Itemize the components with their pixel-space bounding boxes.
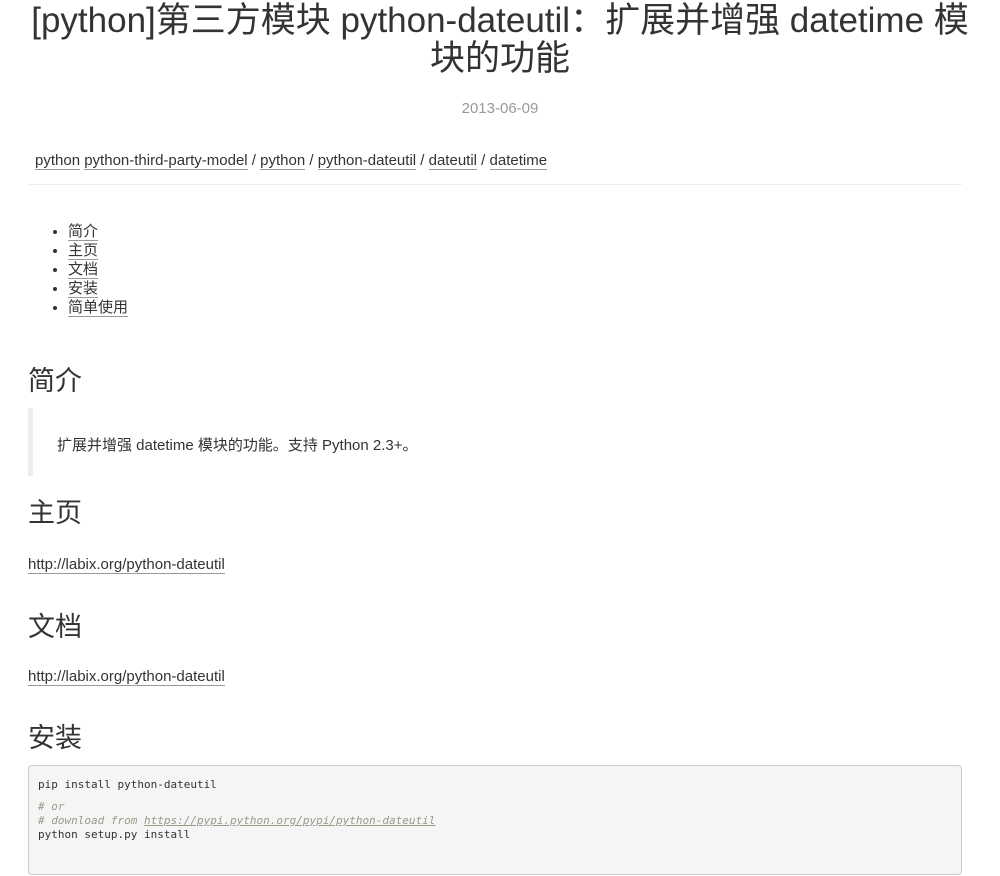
tags-row: python python-third-party-model / python… — [35, 152, 548, 170]
post-title: [python]第三方模块 python-dateutil：扩展并增强 date… — [31, 1, 969, 78]
intro-quote-text: 扩展并增强 datetime 模块的功能。支持 Python 2.3+。 — [57, 437, 418, 454]
docs-link[interactable]: http://labix.org/python-dateutil — [28, 668, 225, 686]
code-comment-download-url[interactable]: https://pypi.python.org/pypi/python-date… — [144, 814, 435, 827]
code-comment-download: # download from https://pypi.python.org/… — [38, 814, 952, 828]
install-code-block: pip install python-dateutil # or # downl… — [28, 765, 962, 875]
section-heading-homepage: 主页 — [28, 498, 82, 528]
intro-blockquote: 扩展并增强 datetime 模块的功能。支持 Python 2.3+。 — [28, 408, 948, 476]
tag-separator: / — [481, 152, 490, 169]
toc-link-homepage[interactable]: 主页 — [68, 242, 99, 260]
code-line-setup-install: python setup.py install — [38, 828, 191, 841]
toc-link-install[interactable]: 安装 — [68, 280, 99, 298]
tag-dateutil[interactable]: dateutil — [428, 152, 477, 170]
section-heading-install: 安装 — [28, 723, 82, 753]
homepage-link[interactable]: http://labix.org/python-dateutil — [28, 556, 225, 574]
tag-separator: / — [251, 152, 261, 169]
section-heading-intro: 简介 — [28, 366, 82, 396]
docs-link-paragraph: http://labix.org/python-dateutil — [28, 668, 225, 686]
section-heading-docs: 文档 — [28, 612, 82, 642]
tag-datetime[interactable]: datetime — [489, 152, 548, 170]
homepage-link-paragraph: http://labix.org/python-dateutil — [28, 556, 225, 574]
toc-item: 主页 — [68, 241, 128, 260]
blog-post-page: [python]第三方模块 python-dateutil：扩展并增强 date… — [0, 0, 1000, 876]
table-of-contents: 简介 主页 文档 安装 简单使用 — [48, 222, 129, 317]
toc-item: 文档 — [68, 260, 128, 279]
toc-link-docs[interactable]: 文档 — [68, 261, 99, 279]
tag-separator: / — [309, 152, 318, 169]
post-date: 2013-06-09 — [461, 100, 539, 117]
tag-python-category[interactable]: python — [35, 152, 81, 170]
toc-item: 简介 — [68, 222, 128, 241]
tag-python-third-party-model[interactable]: python-third-party-model — [84, 152, 248, 170]
code-comment-download-prefix: # download from — [38, 814, 144, 827]
tags-divider — [28, 184, 962, 185]
toc-item: 简单使用 — [68, 298, 129, 317]
code-line-pip-install: pip install python-dateutil — [38, 778, 217, 791]
code-comment-or: # or — [38, 800, 65, 813]
toc-link-usage[interactable]: 简单使用 — [68, 299, 129, 317]
tag-separator: / — [420, 152, 429, 169]
tag-python-dateutil[interactable]: python-dateutil — [317, 152, 417, 170]
toc-link-intro[interactable]: 简介 — [68, 223, 99, 241]
toc-item: 安装 — [68, 279, 128, 298]
tag-python[interactable]: python — [260, 152, 306, 170]
